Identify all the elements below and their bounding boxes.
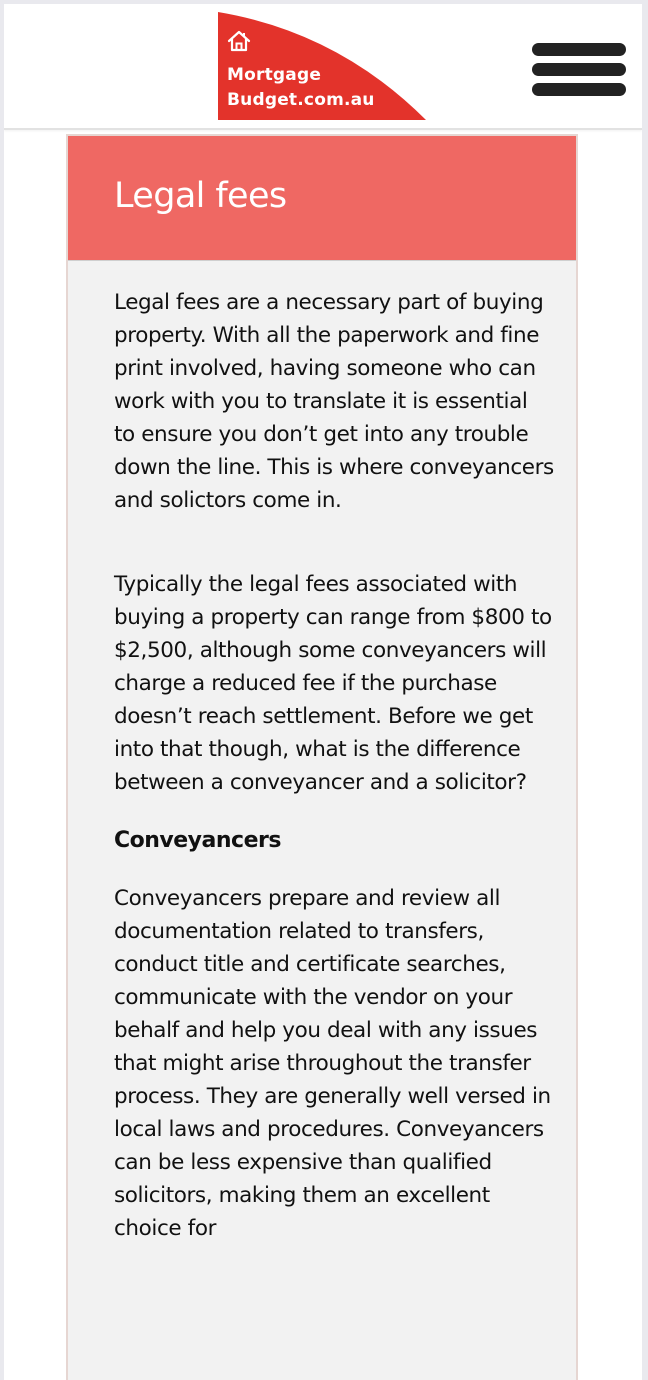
conveyancers-paragraph: Conveyancers prepare and review all docu…: [114, 886, 551, 1241]
logo-text-line2: Budget.com.au: [227, 90, 375, 110]
menu-bar-top: [532, 43, 626, 56]
intro-paragraph: Legal fees are a necessary part of buyin…: [114, 290, 554, 513]
hamburger-menu-icon[interactable]: [532, 40, 628, 102]
conveyancers-heading: Conveyancers: [114, 828, 281, 853]
legal-fees-card: Legal fees Legal fees are a necessary pa…: [66, 134, 578, 1380]
fees-range-paragraph: Typically the legal fees associated with…: [114, 572, 552, 795]
site-logo-link[interactable]: Mortgage Budget.com.au: [218, 12, 428, 120]
card-header: Legal fees: [68, 136, 576, 261]
page: Mortgage Budget.com.au Legal fees Legal …: [4, 4, 642, 1380]
menu-bar-middle: [532, 63, 626, 76]
card-title: Legal fees: [114, 176, 287, 216]
site-header: Mortgage Budget.com.au: [4, 4, 642, 130]
card-body: Legal fees are a necessary part of buyin…: [114, 286, 554, 1245]
logo-text-line1: Mortgage: [227, 65, 322, 85]
menu-bar-bottom: [532, 83, 626, 96]
house-icon: [227, 30, 251, 52]
